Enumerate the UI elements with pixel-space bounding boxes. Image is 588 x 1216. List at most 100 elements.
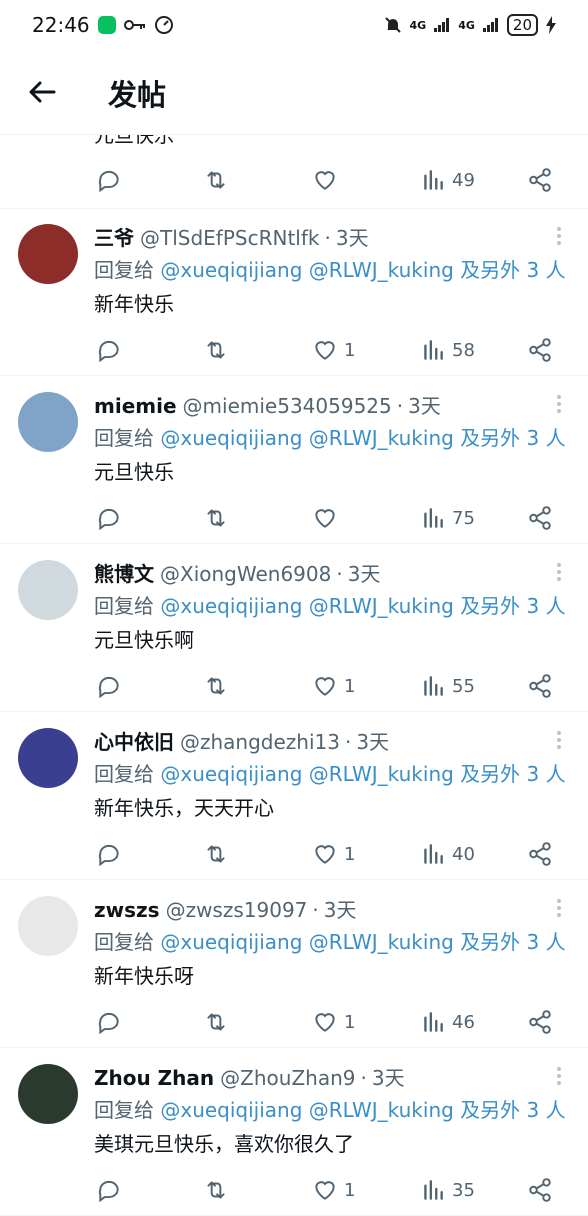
mention-link[interactable]: @RLWJ_kuking — [309, 426, 454, 450]
reply-button[interactable] — [96, 500, 122, 536]
reply-item[interactable]: Zhou Zhan @ZhouZhan9 · 3天 回复给 @xueqiqiji… — [0, 1048, 588, 1216]
share-button[interactable] — [527, 1004, 553, 1040]
views-button[interactable]: 35 — [420, 1172, 475, 1208]
mention-link[interactable]: @xueqiqijiang — [160, 594, 302, 618]
mention-link[interactable]: @xueqiqijiang — [160, 258, 302, 282]
partial-post-text: 元旦快乐 — [94, 134, 174, 147]
user-handle[interactable]: @zwszs19097 — [166, 898, 308, 922]
mention-link[interactable]: @RLWJ_kuking — [309, 1098, 454, 1122]
retweet-button[interactable] — [203, 500, 229, 536]
reply-item[interactable]: 熊博文 @XiongWen6908 · 3天 回复给 @xueqiqijiang… — [0, 544, 588, 712]
timestamp: 3天 — [335, 226, 369, 250]
like-count: 1 — [344, 843, 356, 865]
reply-text: 新年快乐 — [94, 292, 174, 316]
avatar[interactable] — [18, 728, 78, 788]
display-name[interactable]: 心中依旧 — [94, 726, 174, 755]
view-count: 49 — [452, 169, 475, 191]
share-button[interactable] — [527, 162, 553, 198]
back-arrow-icon[interactable] — [26, 76, 58, 108]
user-handle[interactable]: @zhangdezhi13 — [180, 730, 340, 754]
share-button[interactable] — [527, 500, 553, 536]
display-name[interactable]: miemie — [94, 394, 177, 418]
others-link[interactable]: 及另外 3 人 — [454, 1098, 565, 1122]
retweet-button[interactable] — [203, 836, 229, 872]
display-name[interactable]: 三爷 — [94, 222, 134, 251]
user-handle[interactable]: @XiongWen6908 — [160, 562, 331, 586]
reply-button[interactable] — [96, 1172, 122, 1208]
mention-link[interactable]: @xueqiqijiang — [160, 1098, 302, 1122]
mention-link[interactable]: @xueqiqijiang — [160, 762, 302, 786]
retweet-icon — [207, 171, 225, 189]
action-bar: 1 40 — [0, 836, 588, 872]
like-button[interactable]: 1 — [312, 1172, 355, 1208]
reply-button[interactable] — [96, 836, 122, 872]
views-button[interactable]: 40 — [420, 836, 475, 872]
reply-text: 美琪元旦快乐，喜欢你很久了 — [94, 1132, 354, 1156]
share-button[interactable] — [527, 332, 553, 368]
views-button[interactable]: 58 — [420, 332, 475, 368]
user-handle[interactable]: @miemie534059525 — [183, 394, 392, 418]
retweet-button[interactable] — [203, 1172, 229, 1208]
avatar[interactable] — [18, 560, 78, 620]
mention-link[interactable]: @xueqiqijiang — [160, 930, 302, 954]
reply-button[interactable] — [96, 668, 122, 704]
views-button[interactable]: 49 — [420, 162, 475, 198]
display-name[interactable]: Zhou Zhan — [94, 1066, 214, 1090]
reply-item[interactable]: zwszs @zwszs19097 · 3天 回复给 @xueqiqijiang… — [0, 880, 588, 1048]
others-link[interactable]: 及另外 3 人 — [454, 258, 565, 282]
more-options-icon[interactable] — [556, 1066, 562, 1086]
like-button[interactable]: 1 — [312, 332, 355, 368]
mention-link[interactable]: @xueqiqijiang — [160, 426, 302, 450]
partial-post[interactable]: 元旦快乐 49 — [0, 134, 588, 209]
avatar[interactable] — [18, 224, 78, 284]
user-handle[interactable]: @ZhouZhan9 — [220, 1066, 355, 1090]
mention-link[interactable]: @RLWJ_kuking — [309, 762, 454, 786]
separator-dot: · — [324, 226, 331, 250]
share-icon — [529, 674, 551, 698]
share-button[interactable] — [527, 836, 553, 872]
like-button[interactable] — [312, 162, 338, 198]
user-handle[interactable]: @TlSdEfPScRNtlfk — [140, 226, 319, 250]
share-button[interactable] — [527, 668, 553, 704]
retweet-button[interactable] — [203, 162, 229, 198]
others-link[interactable]: 及另外 3 人 — [454, 594, 565, 618]
mention-link[interactable]: @RLWJ_kuking — [309, 594, 454, 618]
signal-icon-1 — [434, 18, 450, 32]
share-button[interactable] — [527, 1172, 553, 1208]
reply-item[interactable]: 三爷 @TlSdEfPScRNtlfk · 3天 回复给 @xueqiqijia… — [0, 208, 588, 376]
more-options-icon[interactable] — [556, 562, 562, 582]
like-button[interactable]: 1 — [312, 668, 355, 704]
avatar[interactable] — [18, 392, 78, 452]
reply-button[interactable] — [96, 162, 122, 198]
avatar[interactable] — [18, 1064, 78, 1124]
mention-link[interactable]: @RLWJ_kuking — [309, 258, 454, 282]
reply-button[interactable] — [96, 332, 122, 368]
retweet-button[interactable] — [203, 332, 229, 368]
more-options-icon[interactable] — [556, 730, 562, 750]
others-link[interactable]: 及另外 3 人 — [454, 426, 565, 450]
reply-button[interactable] — [96, 1004, 122, 1040]
retweet-button[interactable] — [203, 1004, 229, 1040]
timestamp: 3天 — [347, 562, 381, 586]
reply-item[interactable]: 心中依旧 @zhangdezhi13 · 3天 回复给 @xueqiqijian… — [0, 712, 588, 880]
replying-to-prefix: 回复给 — [94, 258, 161, 282]
views-button[interactable]: 55 — [420, 668, 475, 704]
display-name[interactable]: zwszs — [94, 898, 160, 922]
heart-icon — [315, 1013, 335, 1032]
more-options-icon[interactable] — [556, 898, 562, 918]
more-options-icon[interactable] — [556, 226, 562, 246]
separator-dot: · — [396, 394, 404, 418]
views-button[interactable]: 46 — [420, 1004, 475, 1040]
like-button[interactable]: 1 — [312, 1004, 355, 1040]
others-link[interactable]: 及另外 3 人 — [454, 930, 565, 954]
views-button[interactable]: 75 — [420, 500, 475, 536]
avatar[interactable] — [18, 896, 78, 956]
retweet-button[interactable] — [203, 668, 229, 704]
like-button[interactable]: 1 — [312, 836, 355, 872]
others-link[interactable]: 及另外 3 人 — [454, 762, 565, 786]
more-options-icon[interactable] — [556, 394, 562, 414]
reply-item[interactable]: miemie @miemie534059525 · 3天 回复给 @xueqiq… — [0, 376, 588, 544]
like-button[interactable] — [312, 500, 344, 536]
display-name[interactable]: 熊博文 — [94, 558, 154, 587]
mention-link[interactable]: @RLWJ_kuking — [309, 930, 454, 954]
